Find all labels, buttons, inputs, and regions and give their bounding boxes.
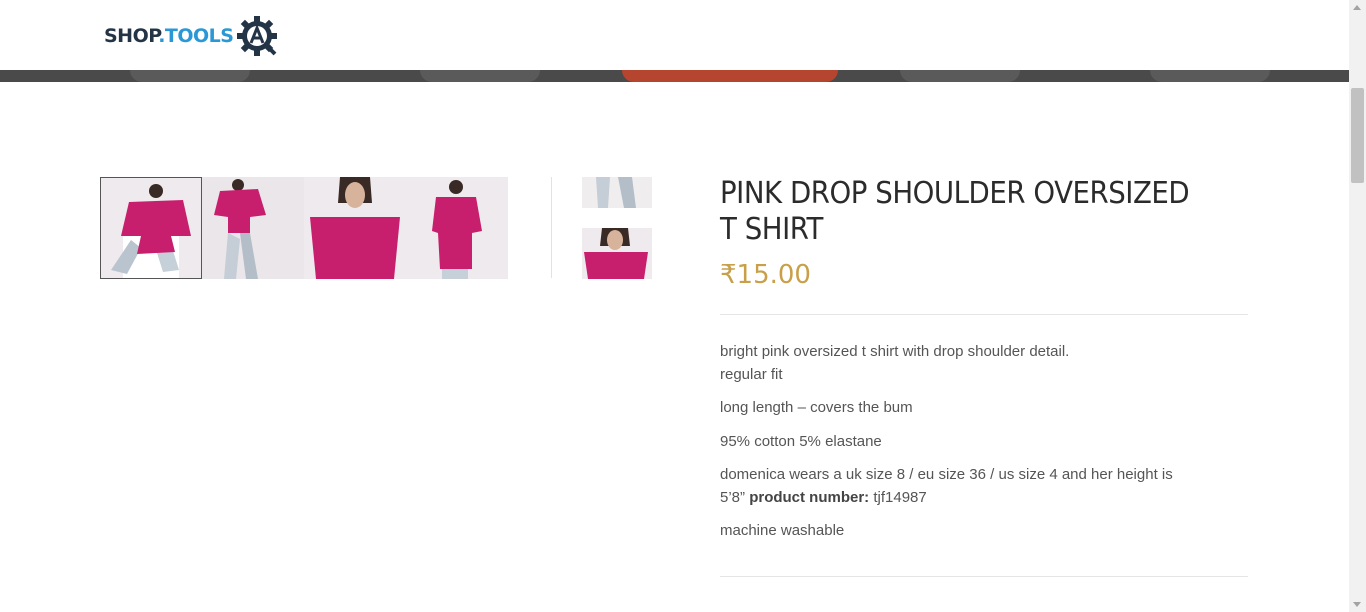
divider [720, 314, 1248, 315]
description-line: machine washable [720, 522, 845, 539]
hero-banner-strip [0, 70, 1349, 82]
scrollbar-thumb[interactable] [1351, 88, 1364, 183]
gear-a-icon [237, 16, 278, 56]
gallery-thumbnail[interactable] [202, 177, 304, 279]
product-description: bright pink oversized t shirt with drop … [720, 341, 1190, 554]
gallery-thumbnail[interactable] [304, 177, 406, 279]
gallery-thumbnail[interactable] [100, 177, 202, 279]
gallery-thumbnail[interactable] [406, 177, 508, 279]
logo-text: SHOP.TOOLS [104, 25, 234, 47]
product-number-label: product number: [749, 488, 870, 506]
description-line: long length – covers the bum [720, 399, 913, 416]
product-number: tjf14987 [873, 488, 927, 506]
site-header: SHOP.TOOLS [0, 0, 1349, 70]
vertical-thumbnail[interactable] [582, 228, 652, 279]
gallery-divider [551, 177, 552, 278]
description-line: regular fit [720, 365, 783, 383]
scroll-down-icon[interactable] [1353, 602, 1361, 607]
scroll-up-icon[interactable] [1353, 5, 1361, 10]
description-line: bright pink oversized t shirt with drop … [720, 343, 1070, 360]
vertical-thumbnail[interactable] [582, 177, 652, 208]
logo-text-tools: .TOOLS [158, 25, 234, 47]
product-price: ₹15.00 [720, 260, 811, 290]
product-title: PINK DROP SHOULDER OVERSIZED T SHIRT [720, 176, 1190, 247]
description-line: 95% cotton 5% elastane [720, 432, 882, 450]
product-gallery-thumbnails [100, 177, 508, 279]
divider [720, 576, 1248, 577]
page-scrollbar[interactable] [1349, 0, 1366, 612]
logo-text-shop: SHOP [104, 25, 159, 47]
site-logo[interactable]: SHOP.TOOLS [104, 14, 279, 58]
